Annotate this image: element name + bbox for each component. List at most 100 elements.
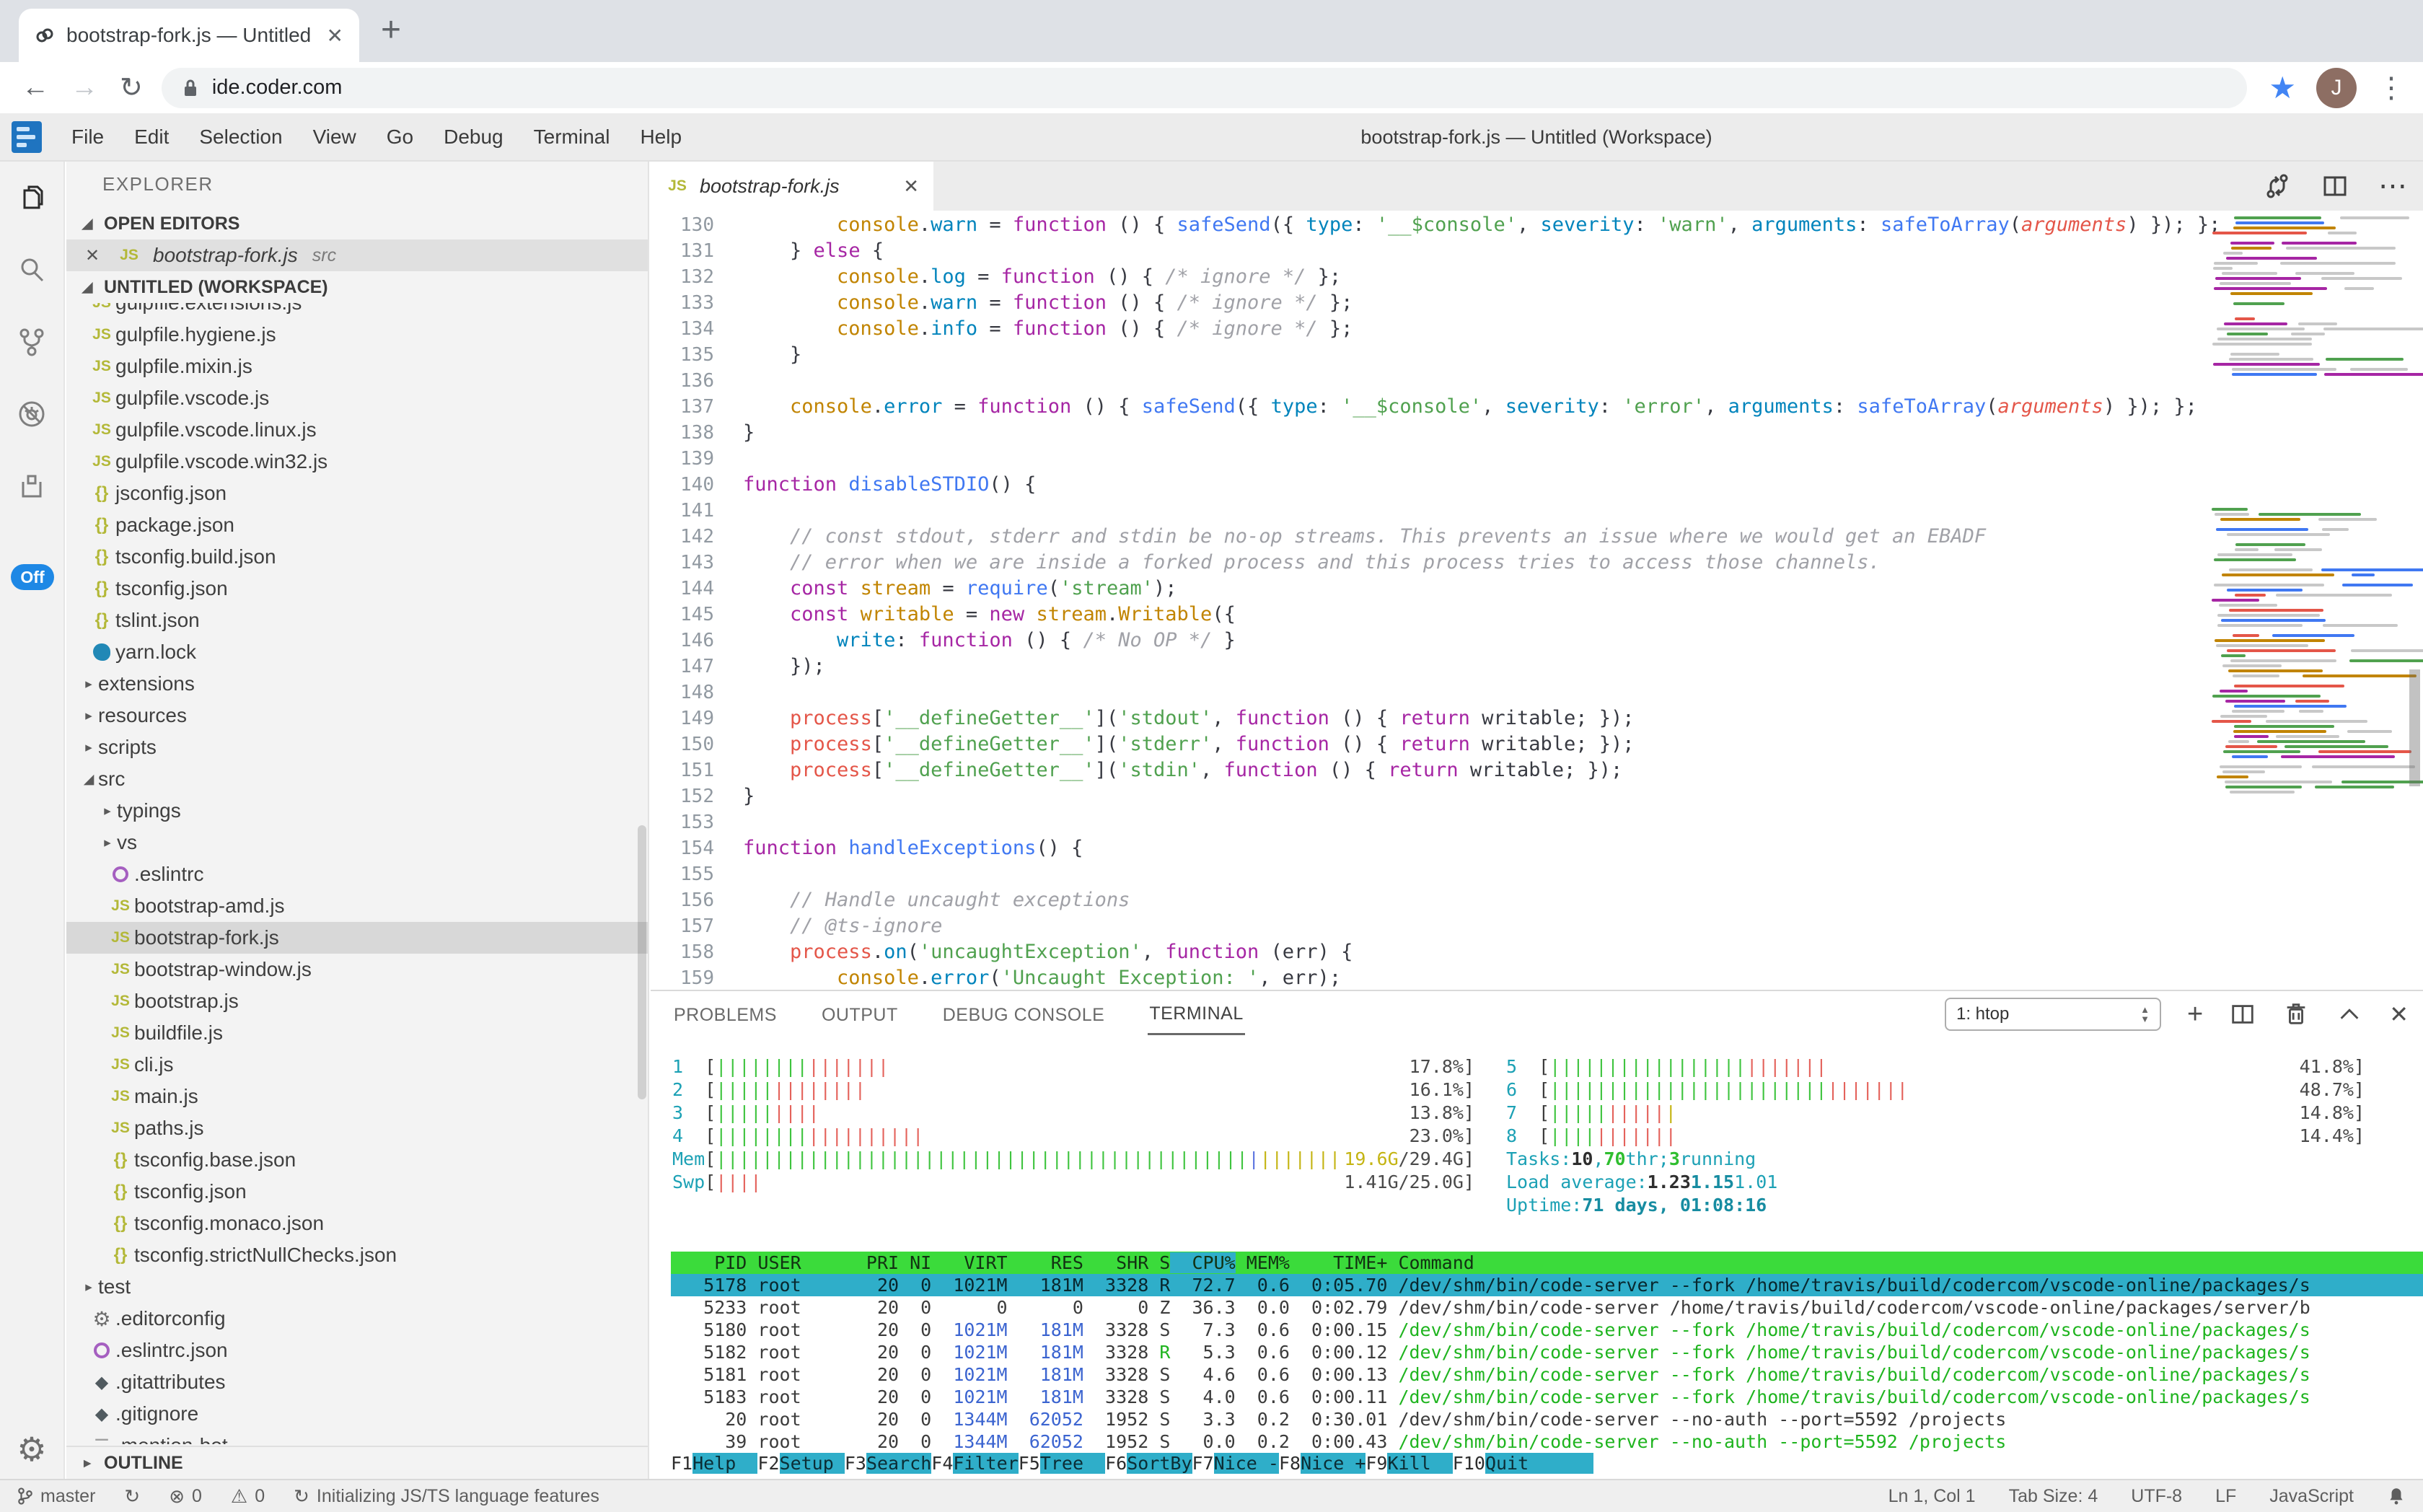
panel-tab-problems[interactable]: PROBLEMS [672, 993, 778, 1034]
editor-scrollbar[interactable] [2409, 669, 2420, 786]
source-control-icon[interactable] [0, 306, 63, 378]
panel-tab-debug-console[interactable]: DEBUG CONSOLE [941, 993, 1107, 1034]
terminal[interactable]: 1 [|||||||||||||||17.8%]5 [|||||||||||||… [651, 1036, 2423, 1479]
file-row[interactable]: .eslintrc [66, 858, 648, 890]
new-terminal-icon[interactable]: + [2187, 999, 2203, 1030]
file-row[interactable]: {}tslint.json [66, 605, 648, 636]
file-row[interactable]: ◆.gitattributes [66, 1366, 648, 1398]
menu-help[interactable]: Help [625, 126, 697, 149]
file-row[interactable]: {}tsconfig.build.json [66, 541, 648, 573]
browser-menu-icon[interactable]: ⋮ [2377, 71, 2406, 105]
fkey-f4[interactable]: F4Filter [931, 1453, 1018, 1477]
editor-tab[interactable]: JS bootstrap-fork.js ✕ [651, 162, 933, 211]
file-row[interactable]: ▸test [66, 1271, 648, 1303]
workspace-header[interactable]: ◢ UNTITLED (WORKSPACE) [66, 271, 648, 303]
menu-view[interactable]: View [298, 126, 371, 149]
split-editor-icon[interactable] [2321, 172, 2349, 201]
open-editors-header[interactable]: ◢ OPEN EDITORS [66, 208, 648, 239]
menu-go[interactable]: Go [371, 126, 428, 149]
file-row[interactable]: {}tsconfig.monaco.json [66, 1208, 648, 1239]
fkey-f9[interactable]: F9Kill [1366, 1453, 1452, 1477]
address-bar[interactable]: ide.coder.com [162, 68, 2248, 108]
file-row[interactable]: ▸vs [66, 827, 648, 858]
browser-tab[interactable]: bootstrap-fork.js — Untitled (V ✕ [19, 9, 359, 62]
forward-icon[interactable]: → [71, 72, 98, 103]
settings-gear-icon[interactable]: ⚙ [0, 1430, 63, 1469]
file-row[interactable]: JSbuildfile.js [66, 1017, 648, 1049]
fkey-f1[interactable]: F1Help [671, 1453, 757, 1477]
file-row[interactable]: ☰.mention-bot [66, 1430, 648, 1444]
panel-tab-output[interactable]: OUTPUT [820, 993, 900, 1034]
file-row[interactable]: ▸extensions [66, 668, 648, 700]
close-tab-icon[interactable]: ✕ [327, 24, 343, 48]
fkey-f6[interactable]: F6SortBy [1105, 1453, 1192, 1477]
file-row[interactable]: JSpaths.js [66, 1112, 648, 1144]
file-row[interactable]: JSbootstrap-amd.js [66, 890, 648, 922]
fkey-f8[interactable]: F8Nice + [1279, 1453, 1366, 1477]
outline-header[interactable]: ▸ OUTLINE [66, 1446, 648, 1479]
menu-edit[interactable]: Edit [119, 126, 184, 149]
file-row[interactable]: JSmain.js [66, 1081, 648, 1112]
menu-selection[interactable]: Selection [184, 126, 297, 149]
file-row[interactable]: ⚙.editorconfig [66, 1303, 648, 1335]
file-row[interactable]: {}jsconfig.json [66, 478, 648, 509]
close-editor-icon[interactable]: ✕ [85, 245, 105, 266]
close-editor-tab-icon[interactable]: ✕ [903, 175, 919, 198]
status-item[interactable]: Tab Size: 4 [2009, 1486, 2098, 1507]
terminal-select[interactable]: 1: htop ▲▼ [1945, 998, 2161, 1031]
close-panel-icon[interactable]: ✕ [2389, 1001, 2409, 1028]
panel-tab-terminal[interactable]: TERMINAL [1148, 992, 1244, 1035]
status-item[interactable]: JavaScript [2269, 1486, 2354, 1507]
file-row[interactable]: ▸typings [66, 795, 648, 827]
extensions-icon[interactable] [0, 450, 63, 522]
more-actions-icon[interactable]: ⋯ [2378, 170, 2407, 203]
fkey-f5[interactable]: F5Tree [1019, 1453, 1105, 1477]
reload-icon[interactable]: ↻ [120, 71, 143, 104]
file-row[interactable]: {}tsconfig.base.json [66, 1144, 648, 1176]
status-item[interactable]: Ln 1, Col 1 [1888, 1486, 1976, 1507]
file-row[interactable]: JSgulpfile.mixin.js [66, 351, 648, 382]
fkey-f10[interactable]: F10Quit [1453, 1453, 1594, 1477]
split-terminal-icon[interactable] [2229, 1001, 2256, 1028]
file-row[interactable]: JScli.js [66, 1049, 648, 1081]
kill-terminal-icon[interactable] [2282, 1001, 2310, 1028]
file-row[interactable]: JSbootstrap.js [66, 985, 648, 1017]
open-editor-item[interactable]: ✕ JS bootstrap-fork.js src [66, 239, 648, 271]
back-icon[interactable]: ← [22, 72, 49, 103]
warning-status[interactable]: ⚠ 0 [231, 1485, 265, 1508]
file-row[interactable]: .eslintrc.json [66, 1335, 648, 1366]
file-row[interactable]: ◢src [66, 763, 648, 795]
file-row[interactable]: ▸scripts [66, 731, 648, 763]
fkey-f3[interactable]: F3Search [845, 1453, 931, 1477]
fkey-f2[interactable]: F2Setup [757, 1453, 844, 1477]
debug-off-icon[interactable] [0, 378, 63, 450]
file-row[interactable]: JSbootstrap-fork.js [66, 922, 648, 954]
file-row[interactable]: JSgulpfile.extensions.js [66, 303, 648, 319]
search-icon[interactable] [0, 234, 63, 306]
code-editor[interactable]: 130 console.warn = function () { safeSen… [651, 211, 2423, 990]
file-row[interactable]: ▸resources [66, 700, 648, 731]
minimap[interactable] [2207, 211, 2406, 990]
file-row[interactable]: {}package.json [66, 509, 648, 541]
file-row[interactable]: {}tsconfig.json [66, 573, 648, 605]
status-item[interactable]: LF [2215, 1486, 2236, 1507]
file-row[interactable]: yarn.lock [66, 636, 648, 668]
explorer-icon[interactable] [0, 162, 63, 234]
branch-status[interactable]: master [17, 1486, 95, 1507]
menu-terminal[interactable]: Terminal [519, 126, 625, 149]
sidebar-scrollbar[interactable] [638, 825, 646, 1099]
file-row[interactable]: {}tsconfig.json [66, 1176, 648, 1208]
file-row[interactable]: {}tsconfig.strictNullChecks.json [66, 1239, 648, 1271]
file-row[interactable]: JSgulpfile.vscode.linux.js [66, 414, 648, 446]
file-row[interactable]: ◆.gitignore [66, 1398, 648, 1430]
bell-icon[interactable] [2387, 1486, 2406, 1506]
file-row[interactable]: JSgulpfile.vscode.win32.js [66, 446, 648, 478]
avatar[interactable]: J [2316, 68, 2357, 108]
open-changes-icon[interactable] [2263, 172, 2292, 201]
error-status[interactable]: ⊗ 0 [169, 1485, 202, 1508]
menu-debug[interactable]: Debug [428, 126, 519, 149]
new-tab-button[interactable]: + [381, 10, 401, 50]
menu-file[interactable]: File [56, 126, 119, 149]
file-row[interactable]: JSbootstrap-window.js [66, 954, 648, 985]
sync-status[interactable]: ↻ [124, 1485, 140, 1508]
